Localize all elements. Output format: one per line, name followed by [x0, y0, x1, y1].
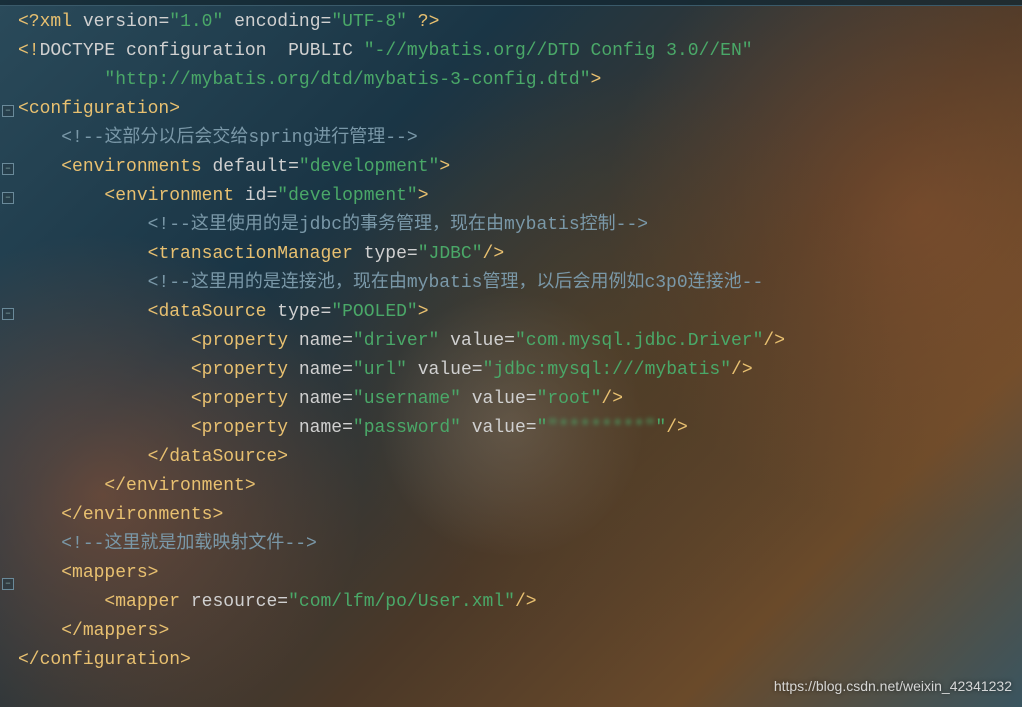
code-line[interactable]: </mappers>: [18, 617, 785, 646]
code-line[interactable]: <!--这里使用的是jdbc的事务管理，现在由mybatis控制-->: [18, 211, 785, 240]
code-line[interactable]: <mappers>: [18, 559, 785, 588]
code-line[interactable]: <!DOCTYPE configuration PUBLIC "-//mybat…: [18, 37, 785, 66]
fold-toggle[interactable]: −: [2, 308, 14, 320]
fold-toggle[interactable]: −: [2, 192, 14, 204]
code-line[interactable]: <property name="url" value="jdbc:mysql:/…: [18, 356, 785, 385]
code-line[interactable]: </dataSource>: [18, 443, 785, 472]
editor-tab-bar: [0, 0, 1022, 6]
code-content[interactable]: <?xml version="1.0" encoding="UTF-8" ?> …: [18, 8, 785, 675]
code-line[interactable]: <environments default="development">: [18, 153, 785, 182]
code-line[interactable]: <transactionManager type="JDBC"/>: [18, 240, 785, 269]
fold-toggle[interactable]: −: [2, 163, 14, 175]
code-line[interactable]: </configuration>: [18, 646, 785, 675]
code-line[interactable]: <property name="driver" value="com.mysql…: [18, 327, 785, 356]
code-line[interactable]: <property name="password" value=""******…: [18, 414, 785, 443]
code-line[interactable]: <!--这里就是加载映射文件-->: [18, 530, 785, 559]
code-line[interactable]: <configuration>: [18, 95, 785, 124]
code-line[interactable]: </environment>: [18, 472, 785, 501]
code-line[interactable]: </environments>: [18, 501, 785, 530]
fold-toggle[interactable]: −: [2, 578, 14, 590]
code-line[interactable]: <?xml version="1.0" encoding="UTF-8" ?>: [18, 8, 785, 37]
code-line[interactable]: "http://mybatis.org/dtd/mybatis-3-config…: [18, 66, 785, 95]
code-line[interactable]: <!--这里用的是连接池，现在由mybatis管理，以后会用例如c3p0连接池-…: [18, 269, 785, 298]
watermark-text: https://blog.csdn.net/weixin_42341232: [774, 672, 1012, 701]
code-line[interactable]: <environment id="development">: [18, 182, 785, 211]
code-line[interactable]: <mapper resource="com/lfm/po/User.xml"/>: [18, 588, 785, 617]
code-line[interactable]: <dataSource type="POOLED">: [18, 298, 785, 327]
code-line[interactable]: <!--这部分以后会交给spring进行管理-->: [18, 124, 785, 153]
fold-toggle[interactable]: −: [2, 105, 14, 117]
censored-password: "********": [547, 418, 655, 438]
code-line[interactable]: <property name="username" value="root"/>: [18, 385, 785, 414]
xml-open: <?: [18, 12, 40, 32]
